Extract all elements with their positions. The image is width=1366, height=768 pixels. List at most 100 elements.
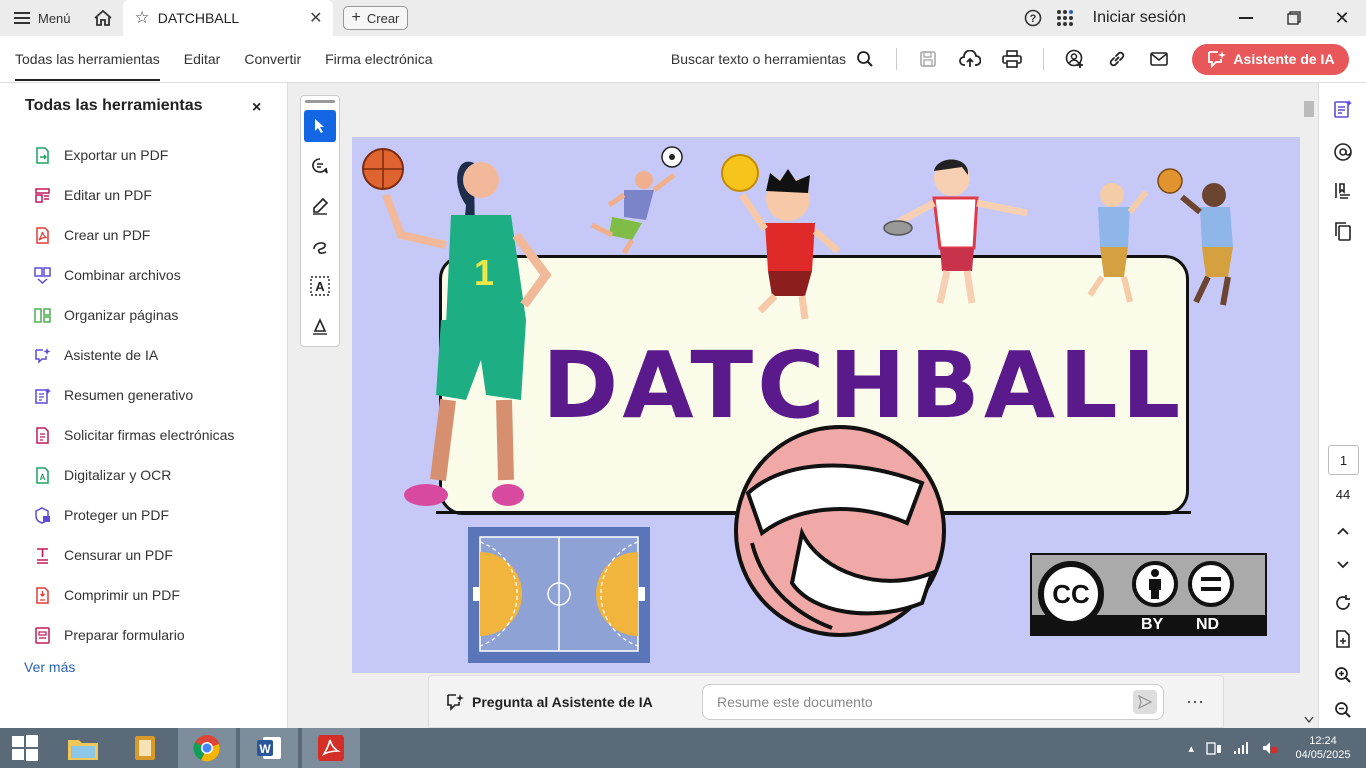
star-icon[interactable]: ☆ <box>135 8 150 28</box>
text-tool[interactable]: A <box>304 270 336 302</box>
signin-link[interactable]: Iniciar sesión <box>1093 9 1186 27</box>
draw-tool[interactable] <box>304 230 336 262</box>
chrome-taskbar[interactable] <box>178 728 236 768</box>
handball-player-illustration <box>721 154 841 320</box>
previous-page-button[interactable] <box>1331 519 1355 543</box>
file-explorer-taskbar[interactable] <box>54 728 112 768</box>
current-page-input[interactable]: 1 <box>1328 445 1359 475</box>
signal-icon[interactable] <box>1234 742 1250 754</box>
pages-button[interactable] <box>1331 219 1355 243</box>
home-icon <box>93 9 112 26</box>
total-pages: 44 <box>1335 487 1351 502</box>
edit-pdf-icon <box>34 187 51 204</box>
tab-convert[interactable]: Convertir <box>232 36 313 83</box>
chevron-up-icon <box>1337 527 1349 535</box>
restore-button[interactable] <box>1270 0 1318 36</box>
tab-all-tools[interactable]: Todas las herramientas <box>3 36 172 83</box>
document-tab[interactable]: ☆ DATCHBALL ✕ <box>122 0 333 36</box>
vertical-scrollbar[interactable] <box>1302 101 1316 728</box>
tool-item-label: Digitalizar y OCR <box>64 467 172 483</box>
more-options-button[interactable]: ··· <box>1186 691 1204 712</box>
system-tray: ▴ 12:24 04/05/2025 <box>1188 734 1366 762</box>
tool-item[interactable]: Proteger un PDF <box>0 495 287 535</box>
tool-item[interactable]: Comprimir un PDF <box>0 575 287 615</box>
bookmarks-button[interactable] <box>1331 179 1355 203</box>
comments-button[interactable] <box>1331 140 1355 164</box>
tool-item[interactable]: Exportar un PDF <box>0 135 287 175</box>
page-thumbnail-button[interactable] <box>1331 627 1355 651</box>
tab-e-sign[interactable]: Firma electrónica <box>313 36 444 83</box>
envelope-icon <box>1150 52 1168 66</box>
no-derivatives-icon <box>1188 561 1234 607</box>
tablet-mode-icon[interactable] <box>1206 741 1222 755</box>
creative-commons-badge: CC BY ND <box>1030 553 1267 636</box>
tool-item[interactable]: Asistente de IA <box>0 335 287 375</box>
drag-handle[interactable] <box>305 100 335 103</box>
tool-item[interactable]: A Digitalizar y OCR <box>0 455 287 495</box>
search-tools-button[interactable]: Buscar texto o herramientas <box>671 50 874 68</box>
ai-button-label: Asistente de IA <box>1233 51 1335 67</box>
close-window-button[interactable]: ✕ <box>1318 0 1366 36</box>
tool-item[interactable]: Solicitar firmas electrónicas <box>0 415 287 455</box>
tool-item[interactable]: Editar un PDF <box>0 175 287 215</box>
tool-item-label: Combinar archivos <box>64 267 181 283</box>
tool-item[interactable]: Crear un PDF <box>0 215 287 255</box>
highlight-tool[interactable] <box>304 190 336 222</box>
start-button[interactable] <box>0 728 50 768</box>
zoom-in-button[interactable] <box>1331 663 1355 687</box>
upload-button[interactable] <box>949 36 991 83</box>
tool-item[interactable]: Combinar archivos <box>0 255 287 295</box>
acrobat-taskbar[interactable] <box>302 728 360 768</box>
ai-chat-icon <box>447 693 464 711</box>
tool-item[interactable]: Resumen generativo <box>0 375 287 415</box>
save-button[interactable] <box>907 36 949 83</box>
tab-edit[interactable]: Editar <box>172 36 233 83</box>
zoom-out-button[interactable] <box>1331 698 1355 722</box>
discus-thrower-illustration <box>883 159 1028 304</box>
send-button[interactable] <box>1133 689 1157 714</box>
tool-item-label: Proteger un PDF <box>64 507 170 523</box>
scan-ocr-icon: A <box>34 466 51 484</box>
tray-expand-icon[interactable]: ▴ <box>1188 742 1194 755</box>
minimize-button[interactable] <box>1222 0 1270 36</box>
ai-prompt-field[interactable] <box>702 683 1164 720</box>
print-button[interactable] <box>991 36 1033 83</box>
select-tool[interactable] <box>304 110 336 142</box>
ai-assistant-button[interactable]: Asistente de IA <box>1192 43 1349 75</box>
copy-pages-icon <box>1335 222 1351 241</box>
comment-tool[interactable] <box>304 150 336 182</box>
email-button[interactable] <box>1138 36 1180 83</box>
share-user-button[interactable] <box>1054 36 1096 83</box>
text-box-icon: A <box>310 276 330 296</box>
scroll-thumb[interactable] <box>1304 101 1314 117</box>
next-page-button[interactable] <box>1331 553 1355 577</box>
volume-muted-icon[interactable] <box>1262 741 1278 755</box>
svg-text:A: A <box>40 473 46 482</box>
home-button[interactable] <box>83 0 123 36</box>
notes-app-taskbar[interactable] <box>116 728 174 768</box>
copy-link-button[interactable] <box>1096 36 1138 83</box>
rotate-button[interactable] <box>1331 591 1355 615</box>
generative-summary-button[interactable] <box>1331 97 1355 121</box>
document-viewer: A DATCHBALL 1 CC BY ND Pregunta al Asist… <box>288 83 1318 728</box>
menu-button[interactable]: Menú <box>0 0 83 36</box>
clock[interactable]: 12:24 04/05/2025 <box>1290 734 1356 762</box>
tool-item[interactable]: Censurar un PDF <box>0 535 287 575</box>
tool-item[interactable]: Organizar páginas <box>0 295 287 335</box>
scroll-down-icon[interactable] <box>1304 716 1314 724</box>
close-panel-icon[interactable]: × <box>252 99 261 117</box>
close-tab-icon[interactable]: ✕ <box>309 8 322 28</box>
tool-item-label: Organizar páginas <box>64 307 179 323</box>
apps-button[interactable] <box>1049 0 1081 36</box>
request-signatures-icon <box>34 426 51 444</box>
tool-item[interactable]: Preparar formulario <box>0 615 287 655</box>
plus-icon: + <box>351 9 361 26</box>
divider <box>1043 48 1044 70</box>
create-button[interactable]: + Crear <box>342 6 409 30</box>
help-button[interactable]: ? <box>1017 0 1049 36</box>
sign-tool[interactable] <box>304 310 336 342</box>
ai-prompt-input[interactable] <box>717 693 1133 710</box>
quick-tools-bar: A <box>300 95 340 347</box>
word-taskbar[interactable]: W <box>240 728 298 768</box>
see-more-link[interactable]: Ver más <box>24 659 75 675</box>
